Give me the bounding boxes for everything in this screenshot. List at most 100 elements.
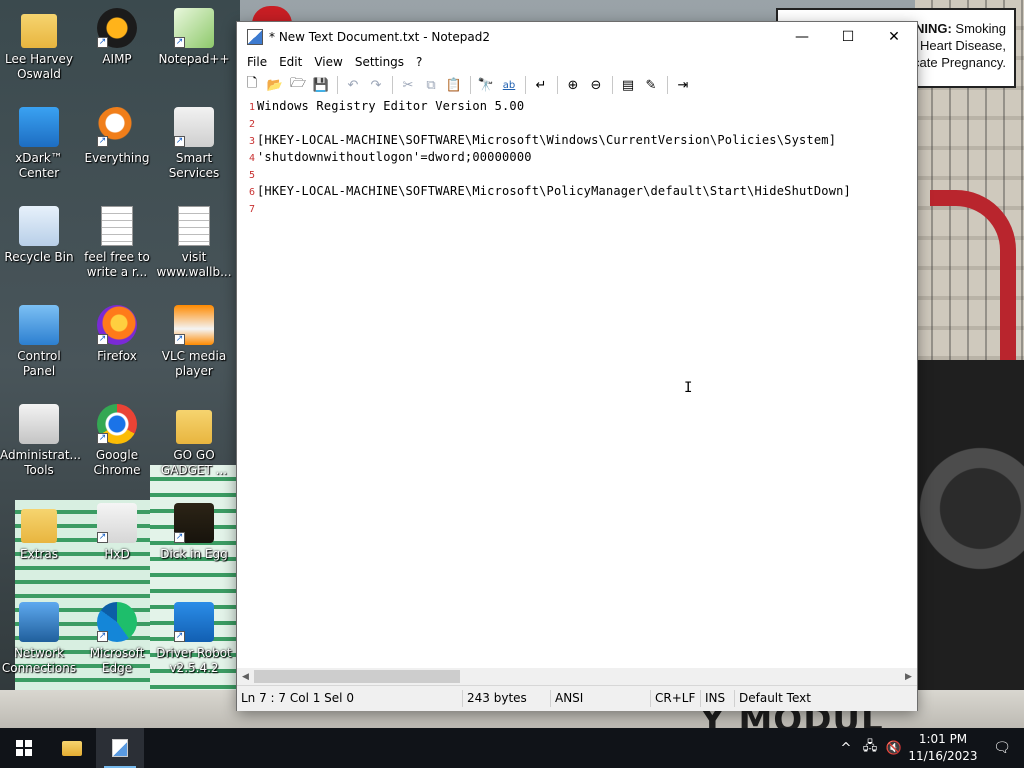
show-hidden-icons-chevron-icon[interactable]: ^ <box>834 728 858 768</box>
volume-muted-icon[interactable]: 🔇 <box>882 728 906 768</box>
shortcut-arrow-icon: ↗ <box>174 37 185 48</box>
menu-settings[interactable]: Settings <box>349 55 410 69</box>
close-button[interactable]: ✕ <box>871 22 917 52</box>
desktop-icon-label: Firefox <box>97 349 137 363</box>
wordwrap-icon[interactable]: ↵ <box>530 74 552 96</box>
paste-icon[interactable]: 📋 <box>443 74 465 96</box>
desktop-icon-xdark-center[interactable]: xDark™ Center <box>0 107 78 181</box>
menu-edit[interactable]: Edit <box>273 55 308 69</box>
maximize-button[interactable]: ☐ <box>825 22 871 52</box>
line-text <box>255 201 257 215</box>
network-icon[interactable]: 🖧 <box>858 728 882 768</box>
desktop-icon-lee-harvey-oswald[interactable]: Lee Harvey Oswald <box>0 8 78 82</box>
desktop-icon-extras[interactable]: Extras <box>0 503 78 562</box>
desktop-icon-notepadpp[interactable]: ↗ Notepad++ <box>155 8 233 67</box>
shortcut-arrow-icon: ↗ <box>174 532 185 543</box>
desktop-icon-aimp[interactable]: ↗ AIMP <box>78 8 156 67</box>
chrome-icon: ↗ <box>97 404 137 444</box>
new-icon[interactable]: 🗋 <box>241 74 263 96</box>
line-text <box>255 167 257 181</box>
desktop-icon-label: GO GO GADGET ... <box>160 448 228 477</box>
toolbar-separator <box>337 76 338 94</box>
menu-help[interactable]: ? <box>410 55 428 69</box>
scheme-icon[interactable]: ▤ <box>617 74 639 96</box>
editor-line[interactable]: 1 Windows Registry Editor Version 5.00 <box>237 98 917 115</box>
desktop-icon-network-connections[interactable]: Network Connections <box>0 602 78 676</box>
folder-icon <box>21 509 57 543</box>
replace-icon[interactable]: ab <box>498 74 520 96</box>
desktop-icon-label: Everything <box>84 151 150 165</box>
desktop-icon-google-chrome[interactable]: ↗ Google Chrome <box>78 404 156 478</box>
desktop-icon-recycle-bin[interactable]: Recycle Bin <box>0 206 78 265</box>
editor-line[interactable]: 2 <box>237 115 917 132</box>
scroll-right-icon[interactable]: ▶ <box>900 668 917 685</box>
editor-line[interactable]: 7 <box>237 200 917 217</box>
desktop-icon-dick-in-egg[interactable]: ↗ Dick in Egg <box>155 503 233 562</box>
editor-line[interactable]: 4'shutdownwithoutlogon'=dword;00000000 <box>237 149 917 166</box>
desktop-icon-vlc[interactable]: ↗ VLC media player <box>155 305 233 379</box>
copy-icon[interactable]: ⧉ <box>420 74 442 96</box>
shortcut-arrow-icon: ↗ <box>174 136 185 147</box>
desktop-icon-feel-free[interactable]: feel free to write a r... <box>78 206 156 280</box>
zoom-in-icon[interactable]: ⊕ <box>562 74 584 96</box>
scroll-track[interactable] <box>254 668 900 685</box>
desktop-icon-label: Dick in Egg <box>160 547 228 561</box>
menu-view[interactable]: View <box>308 55 348 69</box>
redo-icon[interactable]: ↷ <box>365 74 387 96</box>
line-number: 5 <box>248 170 255 181</box>
desktop-icon-label: Network Connections <box>1 646 77 675</box>
desktop-icon-go-go-gadget[interactable]: GO GO GADGET ... <box>155 404 233 478</box>
notepad2-app-icon[interactable] <box>247 29 263 45</box>
desktop-icon-label: visit www.wallb... <box>156 250 232 279</box>
notification-center-icon[interactable]: 🗨 <box>980 728 1024 768</box>
exit-icon[interactable]: ⇥ <box>672 74 694 96</box>
find-icon[interactable]: 🔭 <box>475 74 497 96</box>
status-size: 243 bytes <box>463 690 551 707</box>
title-bar[interactable]: * New Text Document.txt - Notepad2 — ☐ ✕ <box>237 22 917 52</box>
desktop-icon-control-panel[interactable]: Control Panel <box>0 305 78 379</box>
notepad2-taskbar-button[interactable] <box>96 728 144 768</box>
browse-icon[interactable]: 🗁 <box>287 74 309 96</box>
editor-line[interactable]: 5 <box>237 166 917 183</box>
cut-icon[interactable]: ✂ <box>397 74 419 96</box>
status-position: Ln 7 : 7 Col 1 Sel 0 <box>237 690 463 707</box>
file-explorer-button[interactable] <box>48 728 96 768</box>
scroll-left-icon[interactable]: ◀ <box>237 668 254 685</box>
text-editor[interactable]: 1 Windows Registry Editor Version 5.00 2 3[… <box>237 98 917 668</box>
desktop-icon-hxd[interactable]: ↗ HxD <box>78 503 156 562</box>
shortcut-arrow-icon: ↗ <box>174 631 185 642</box>
desktop-icon-firefox[interactable]: ↗ Firefox <box>78 305 156 364</box>
scroll-thumb[interactable] <box>254 670 460 683</box>
network-icon <box>19 602 59 642</box>
status-scheme[interactable]: Default Text <box>735 690 815 707</box>
desktop-icon-smart-services[interactable]: ↗ Smart Services <box>155 107 233 181</box>
clock[interactable]: 1:01 PM 11/16/2023 <box>906 731 980 765</box>
folder-icon <box>176 410 212 444</box>
customize-icon[interactable]: ✎ <box>640 74 662 96</box>
robot-icon: ↗ <box>174 602 214 642</box>
line-number: 4 <box>248 153 255 164</box>
notepadpp-icon: ↗ <box>174 8 214 48</box>
desktop-icon-admin-tools[interactable]: Administrat... Tools <box>0 404 81 478</box>
desktop-icon-driver-robot[interactable]: ↗ Driver Robot v2.5.4.2 <box>155 602 233 676</box>
status-mode[interactable]: INS <box>701 690 735 707</box>
zoom-out-icon[interactable]: ⊖ <box>585 74 607 96</box>
text-cursor-icon: I <box>684 380 693 396</box>
desktop-icon-everything[interactable]: ↗ Everything <box>78 107 156 166</box>
menu-file[interactable]: File <box>241 55 273 69</box>
desktop-icon-label: Lee Harvey Oswald <box>5 52 73 81</box>
status-encoding[interactable]: ANSI <box>551 690 651 707</box>
desktop-icon-visit-wallb[interactable]: visit www.wallb... <box>155 206 233 280</box>
notepad2-window[interactable]: * New Text Document.txt - Notepad2 — ☐ ✕… <box>237 22 917 711</box>
undo-icon[interactable]: ↶ <box>342 74 364 96</box>
horizontal-scrollbar[interactable]: ◀ ▶ <box>237 668 917 685</box>
desktop-icon-microsoft-edge[interactable]: ↗ Microsoft Edge <box>78 602 156 676</box>
editor-line[interactable]: 3 [HKEY-LOCAL-MACHINE\SOFTWARE\Microsoft\… <box>237 132 917 149</box>
save-icon[interactable]: 💾 <box>310 74 332 96</box>
editor-line[interactable]: 6 [HKEY-LOCAL-MACHINE\SOFTWARE\Microsoft\… <box>237 183 917 200</box>
minimize-button[interactable]: — <box>779 22 825 52</box>
open-icon[interactable]: 📂 <box>264 74 286 96</box>
status-eol[interactable]: CR+LF <box>651 690 701 707</box>
start-button[interactable] <box>0 728 48 768</box>
line-number: 2 <box>248 119 255 130</box>
